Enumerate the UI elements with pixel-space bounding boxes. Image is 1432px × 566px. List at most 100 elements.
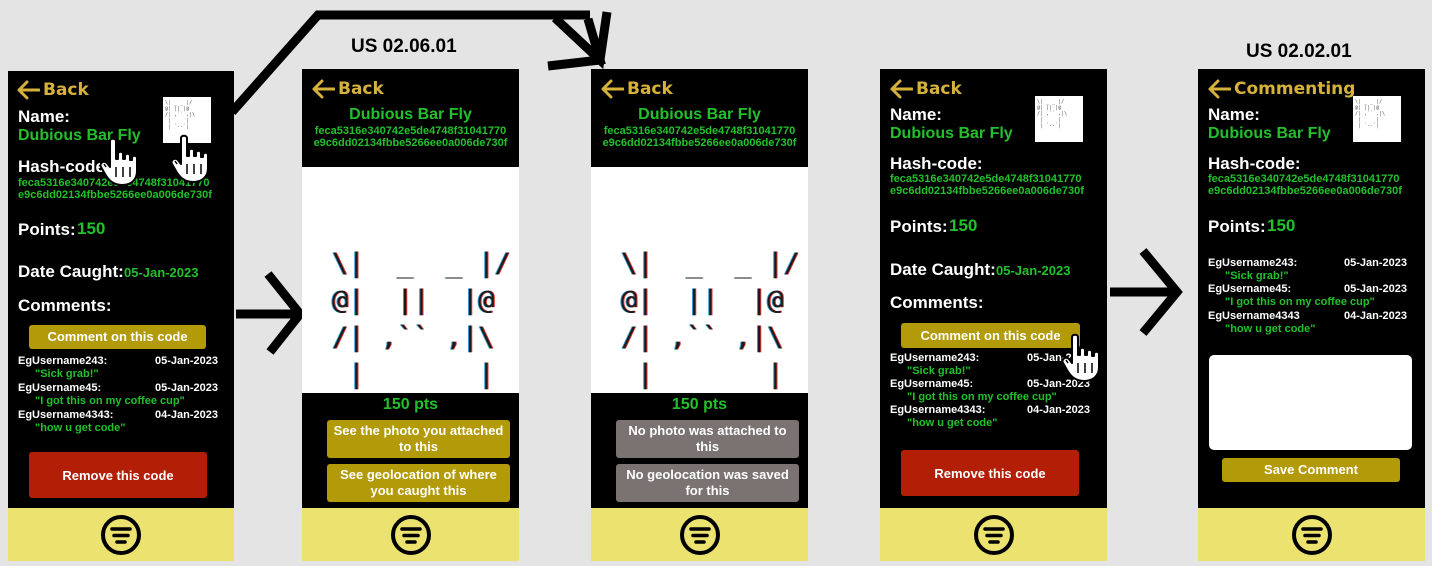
bottom-nav bbox=[1198, 508, 1425, 561]
save-comment-button[interactable]: Save Comment bbox=[1222, 458, 1400, 482]
remove-code-button[interactable]: Remove this code bbox=[901, 450, 1079, 496]
comment-item: EgUsername4343 04-Jan-2023 "how u get co… bbox=[1208, 310, 1407, 336]
comment-date: 05-Jan-2023 bbox=[1344, 283, 1407, 295]
pointing-hand-icon bbox=[171, 134, 215, 184]
comment-list: EgUsername243: 05-Jan-2023 "Sick grab!" … bbox=[18, 355, 218, 436]
pointing-hand-icon bbox=[1062, 333, 1106, 383]
monster-name: Dubious Bar Fly bbox=[349, 106, 472, 123]
points-value: 150 bbox=[949, 216, 978, 235]
comment-date: 04-Jan-2023 bbox=[1027, 404, 1090, 416]
back-button[interactable]: Back bbox=[16, 80, 89, 100]
points-value: 150 bbox=[77, 219, 106, 238]
monster-thumbnail[interactable]: \| _ _ |/ @| || |@ /| ,`` ,|\ | | | `--`… bbox=[1035, 96, 1083, 142]
monster-name: Dubious Bar Fly bbox=[638, 106, 761, 123]
comments-label: Comments: bbox=[18, 296, 112, 315]
bottom-nav bbox=[591, 508, 808, 561]
comment-text: "how u get code" bbox=[907, 417, 998, 429]
back-arrow-icon bbox=[1207, 79, 1231, 99]
screen-commenting: Commenting \| _ _ |/ @| || |@ /| ,`` ,|\… bbox=[1198, 69, 1425, 561]
back-button[interactable]: Back bbox=[311, 79, 384, 99]
name-label: Name: bbox=[18, 107, 70, 126]
menu-icon[interactable] bbox=[973, 514, 1015, 556]
remove-code-button[interactable]: Remove this code bbox=[29, 452, 207, 498]
hash-value: feca5316e340742e5de4748f31041770e9c6dd02… bbox=[313, 125, 508, 149]
comment-text: "how u get code" bbox=[35, 422, 126, 434]
comment-item: EgUsername45: 05-Jan-2023 "I got this on… bbox=[1208, 283, 1407, 310]
date-label: Date Caught: bbox=[18, 262, 124, 281]
points-value: 150 bbox=[1267, 216, 1296, 235]
see-geolocation-button[interactable]: See geolocation of where you caught this bbox=[327, 464, 510, 502]
screen-monster-detail-comment: Back \| _ _ |/ @| || |@ /| ,`` ,|\ | | |… bbox=[880, 69, 1107, 561]
comment-input[interactable] bbox=[1209, 355, 1412, 450]
menu-icon[interactable] bbox=[1291, 514, 1333, 556]
comment-user: EgUsername45: bbox=[18, 382, 102, 394]
menu-icon[interactable] bbox=[390, 514, 432, 556]
screen-monster-image: Back Dubious Bar Fly feca5316e340742e5de… bbox=[302, 69, 519, 561]
comment-item: EgUsername45: 05-Jan-2023 "I got this on… bbox=[890, 378, 1090, 404]
menu-icon[interactable] bbox=[100, 514, 142, 556]
comment-item: EgUsername243: 05-Jan-2023 "Sick grab!" bbox=[18, 355, 218, 382]
comment-user: EgUsername45: bbox=[890, 378, 974, 390]
comment-text: "Sick grab!" bbox=[35, 368, 99, 380]
hash-value: feca5316e340742e5de4748f31041770e9c6dd02… bbox=[602, 125, 797, 149]
date-value: 05-Jan-2023 bbox=[996, 263, 1071, 278]
back-label: Back bbox=[916, 79, 962, 99]
monster-thumbnail: \| _ _ |/ @| || |@ /| ,`` ,|\ | | | `--`… bbox=[1353, 96, 1401, 142]
hash-value: feca5316e340742e5de4748f31041770e9c6dd02… bbox=[890, 173, 1084, 197]
name-label: Name: bbox=[1208, 105, 1260, 124]
comment-item: EgUsername45: 05-Jan-2023 "I got this on… bbox=[18, 382, 218, 409]
comment-item: EgUsername4343: 04-Jan-2023 "how u get c… bbox=[18, 409, 218, 436]
back-arrow-icon bbox=[16, 80, 40, 100]
comment-user: EgUsername4343 bbox=[1208, 310, 1300, 322]
see-photo-button[interactable]: See the photo you attached to this bbox=[327, 420, 510, 458]
comment-text: "Sick grab!" bbox=[907, 365, 971, 377]
monster-name: Dubious Bar Fly bbox=[890, 125, 1013, 142]
comment-date: 05-Jan-2023 bbox=[155, 382, 218, 394]
no-geolocation-button: No geolocation was saved for this bbox=[616, 464, 799, 502]
comment-date: 05-Jan-2023 bbox=[1344, 257, 1407, 269]
commenting-back-button[interactable]: Commenting bbox=[1207, 79, 1355, 99]
comment-text: "I got this on my coffee cup" bbox=[907, 391, 1057, 403]
name-label: Name: bbox=[890, 105, 942, 124]
comment-user: EgUsername243: bbox=[18, 355, 108, 367]
back-arrow-icon bbox=[600, 79, 624, 99]
back-label: Back bbox=[627, 79, 673, 99]
comment-button[interactable]: Comment on this code bbox=[901, 323, 1080, 348]
comment-list: EgUsername243: 05-Jan-2023 "Sick grab!" … bbox=[1208, 257, 1407, 336]
back-label: Back bbox=[43, 80, 89, 100]
points-value: 150 pts bbox=[382, 396, 439, 413]
hash-label: Hash-code: bbox=[890, 154, 983, 173]
screen-monster-detail: Back \| _ _ |/ @| || |@ /| ,`` ,|\ | | |… bbox=[8, 71, 234, 561]
pointing-hand-icon bbox=[100, 137, 144, 187]
back-button[interactable]: Back bbox=[600, 79, 673, 99]
monster-ascii-art: \| _ _ |/@| || |@/| ,`` ,|\ | | | `--` | bbox=[591, 167, 808, 393]
comment-button[interactable]: Comment on this code bbox=[29, 325, 206, 349]
comment-user: EgUsername243: bbox=[890, 352, 980, 364]
hash-label: Hash-code: bbox=[18, 157, 111, 176]
back-arrow-icon bbox=[889, 79, 913, 99]
back-arrow-icon bbox=[311, 79, 335, 99]
commenting-label: Commenting bbox=[1234, 79, 1356, 99]
comment-user: EgUsername243: bbox=[1208, 257, 1298, 269]
comment-text: "I got this on my coffee cup" bbox=[35, 395, 185, 407]
hash-value: feca5316e340742e5de4748f31041770e9c6dd02… bbox=[1208, 173, 1402, 197]
back-button[interactable]: Back bbox=[889, 79, 962, 99]
date-value: 05-Jan-2023 bbox=[124, 265, 199, 280]
points-value: 150 pts bbox=[671, 396, 728, 413]
comment-date: 05-Jan-2023 bbox=[155, 355, 218, 367]
back-label: Back bbox=[338, 79, 384, 99]
menu-icon[interactable] bbox=[679, 514, 721, 556]
points-label: Points: bbox=[890, 217, 948, 236]
comment-date: 04-Jan-2023 bbox=[1344, 310, 1407, 322]
comment-user: EgUsername4343: bbox=[890, 404, 986, 416]
comments-label: Comments: bbox=[890, 293, 984, 312]
monster-name: Dubious Bar Fly bbox=[1208, 125, 1331, 142]
bottom-nav bbox=[302, 508, 519, 561]
hash-label: Hash-code: bbox=[1208, 154, 1301, 173]
bottom-nav bbox=[8, 508, 234, 561]
date-label: Date Caught: bbox=[890, 260, 996, 279]
comment-item: EgUsername4343: 04-Jan-2023 "how u get c… bbox=[890, 404, 1090, 430]
points-label: Points: bbox=[1208, 217, 1266, 236]
comment-text: "Sick grab!" bbox=[1225, 270, 1289, 282]
comment-text: "how u get code" bbox=[1225, 323, 1316, 335]
